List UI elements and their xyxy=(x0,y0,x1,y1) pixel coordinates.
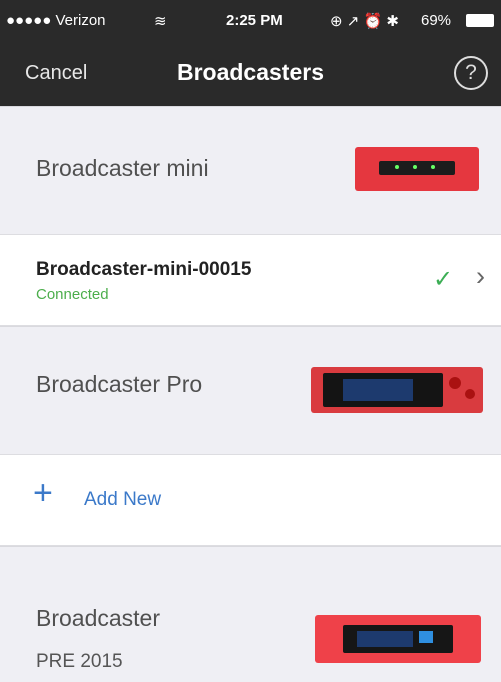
broadcaster-mini-image xyxy=(355,147,479,191)
chevron-right-icon: › xyxy=(476,261,485,291)
carrier-label: ●●●●● Verizon xyxy=(6,12,106,29)
help-icon[interactable]: ? xyxy=(454,56,488,90)
page-title: Broadcasters xyxy=(176,59,325,85)
section-broadcaster-mini: Broadcaster mini xyxy=(0,106,501,235)
status-indicators: ⊕ ↗ ⏰ ✱ xyxy=(330,13,399,30)
status-time: 2:25 PM xyxy=(226,12,283,29)
section-broadcaster-pro: Broadcaster Pro xyxy=(0,326,501,455)
device-row[interactable]: Broadcaster-mini-00015 Connected ✓ › xyxy=(0,234,501,326)
battery-icon xyxy=(466,14,494,27)
plus-icon: + xyxy=(33,474,53,512)
nav-bar: Cancel Broadcasters ? xyxy=(0,44,501,106)
checkmark-icon: ✓ xyxy=(433,266,454,293)
add-new-label: Add New xyxy=(84,489,162,510)
section-subtitle-pre: PRE 2015 xyxy=(36,651,123,672)
section-title-pre: Broadcaster xyxy=(36,605,161,631)
battery-percent: 69% xyxy=(421,12,452,29)
section-broadcaster-pre-2015: Broadcaster PRE 2015 xyxy=(0,546,501,682)
section-title-pro: Broadcaster Pro xyxy=(36,371,203,397)
status-bar: ●●●●● Verizon ≋ 2:25 PM ⊕ ↗ ⏰ ✱ 69% xyxy=(0,0,501,44)
add-new-row[interactable]: + Add New xyxy=(0,454,501,546)
broadcaster-pro-image xyxy=(311,367,483,413)
section-title-mini: Broadcaster mini xyxy=(36,155,209,181)
device-name: Broadcaster-mini-00015 xyxy=(36,259,252,280)
broadcaster-pre-2015-image xyxy=(315,615,481,663)
wifi-icon: ≋ xyxy=(154,13,167,30)
device-status: Connected xyxy=(36,286,109,303)
